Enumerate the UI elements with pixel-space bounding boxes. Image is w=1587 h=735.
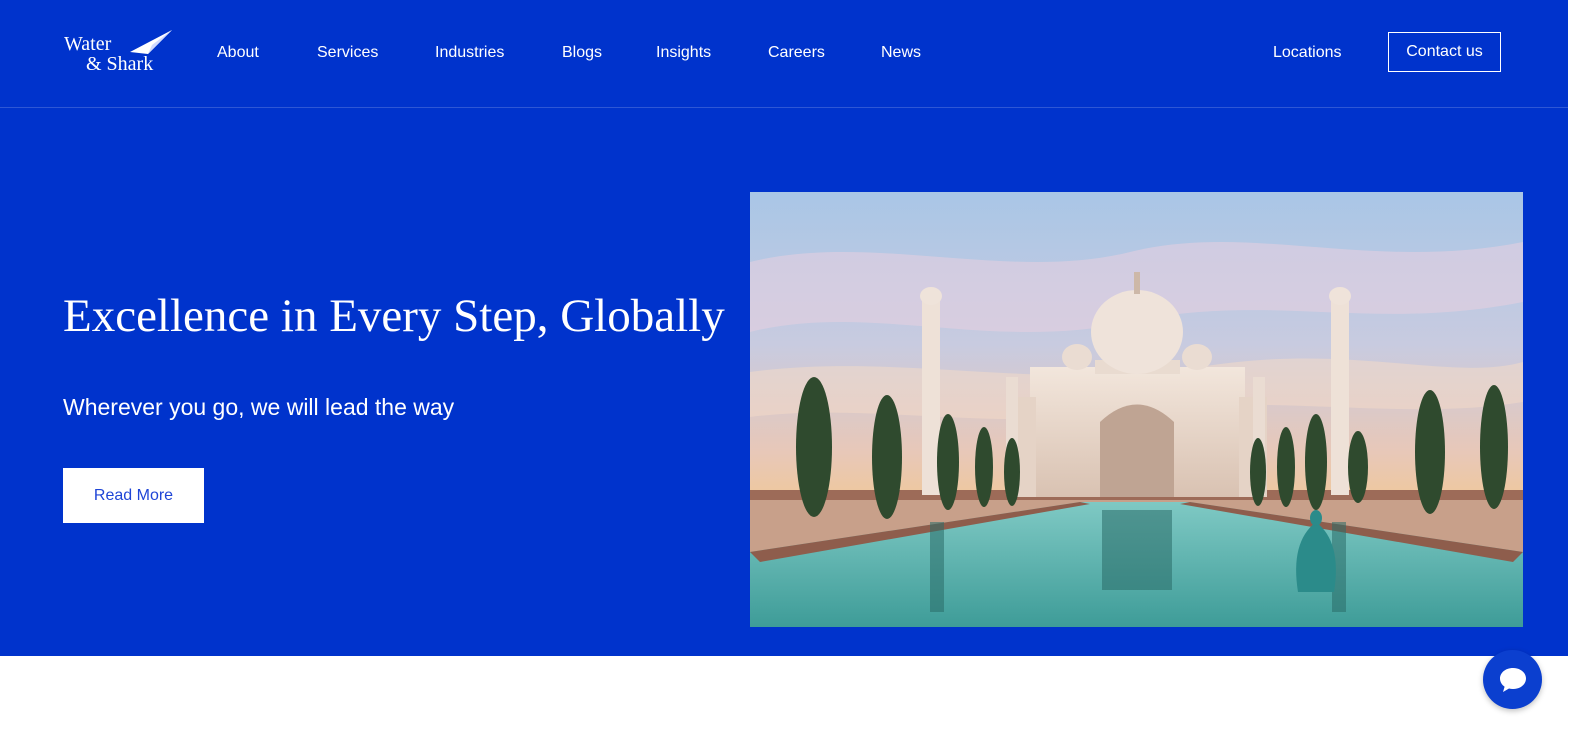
hero-title: Excellence in Every Step, Globally <box>63 290 725 342</box>
paper-plane-icon <box>130 30 172 54</box>
logo-text-line2: & Shark <box>86 53 154 75</box>
nav-news[interactable]: News <box>881 43 921 63</box>
logo-text-line1: Water <box>64 33 112 55</box>
nav-services[interactable]: Services <box>317 43 378 63</box>
nav-insights[interactable]: Insights <box>656 43 711 63</box>
hero-subtitle: Wherever you go, we will lead the way <box>63 394 455 420</box>
page: Water & Shark About Services Industries … <box>0 0 1568 735</box>
nav-locations[interactable]: Locations <box>1273 43 1342 63</box>
chat-launcher-button[interactable] <box>1483 650 1542 709</box>
read-more-button[interactable]: Read More <box>63 468 204 523</box>
nav-blogs[interactable]: Blogs <box>562 43 602 63</box>
nav-about[interactable]: About <box>217 43 259 63</box>
hero-image-taj-mahal <box>750 192 1523 627</box>
contact-us-button[interactable]: Contact us <box>1388 32 1501 72</box>
brand-logo[interactable]: Water & Shark <box>64 30 176 78</box>
page-scrollbar[interactable] <box>1568 0 1587 735</box>
nav-careers[interactable]: Careers <box>768 43 825 63</box>
chat-bubble-icon <box>1499 667 1526 692</box>
site-header: Water & Shark About Services Industries … <box>0 0 1568 108</box>
hero-section: Excellence in Every Step, Globally Where… <box>0 108 1568 656</box>
nav-industries[interactable]: Industries <box>435 43 504 63</box>
